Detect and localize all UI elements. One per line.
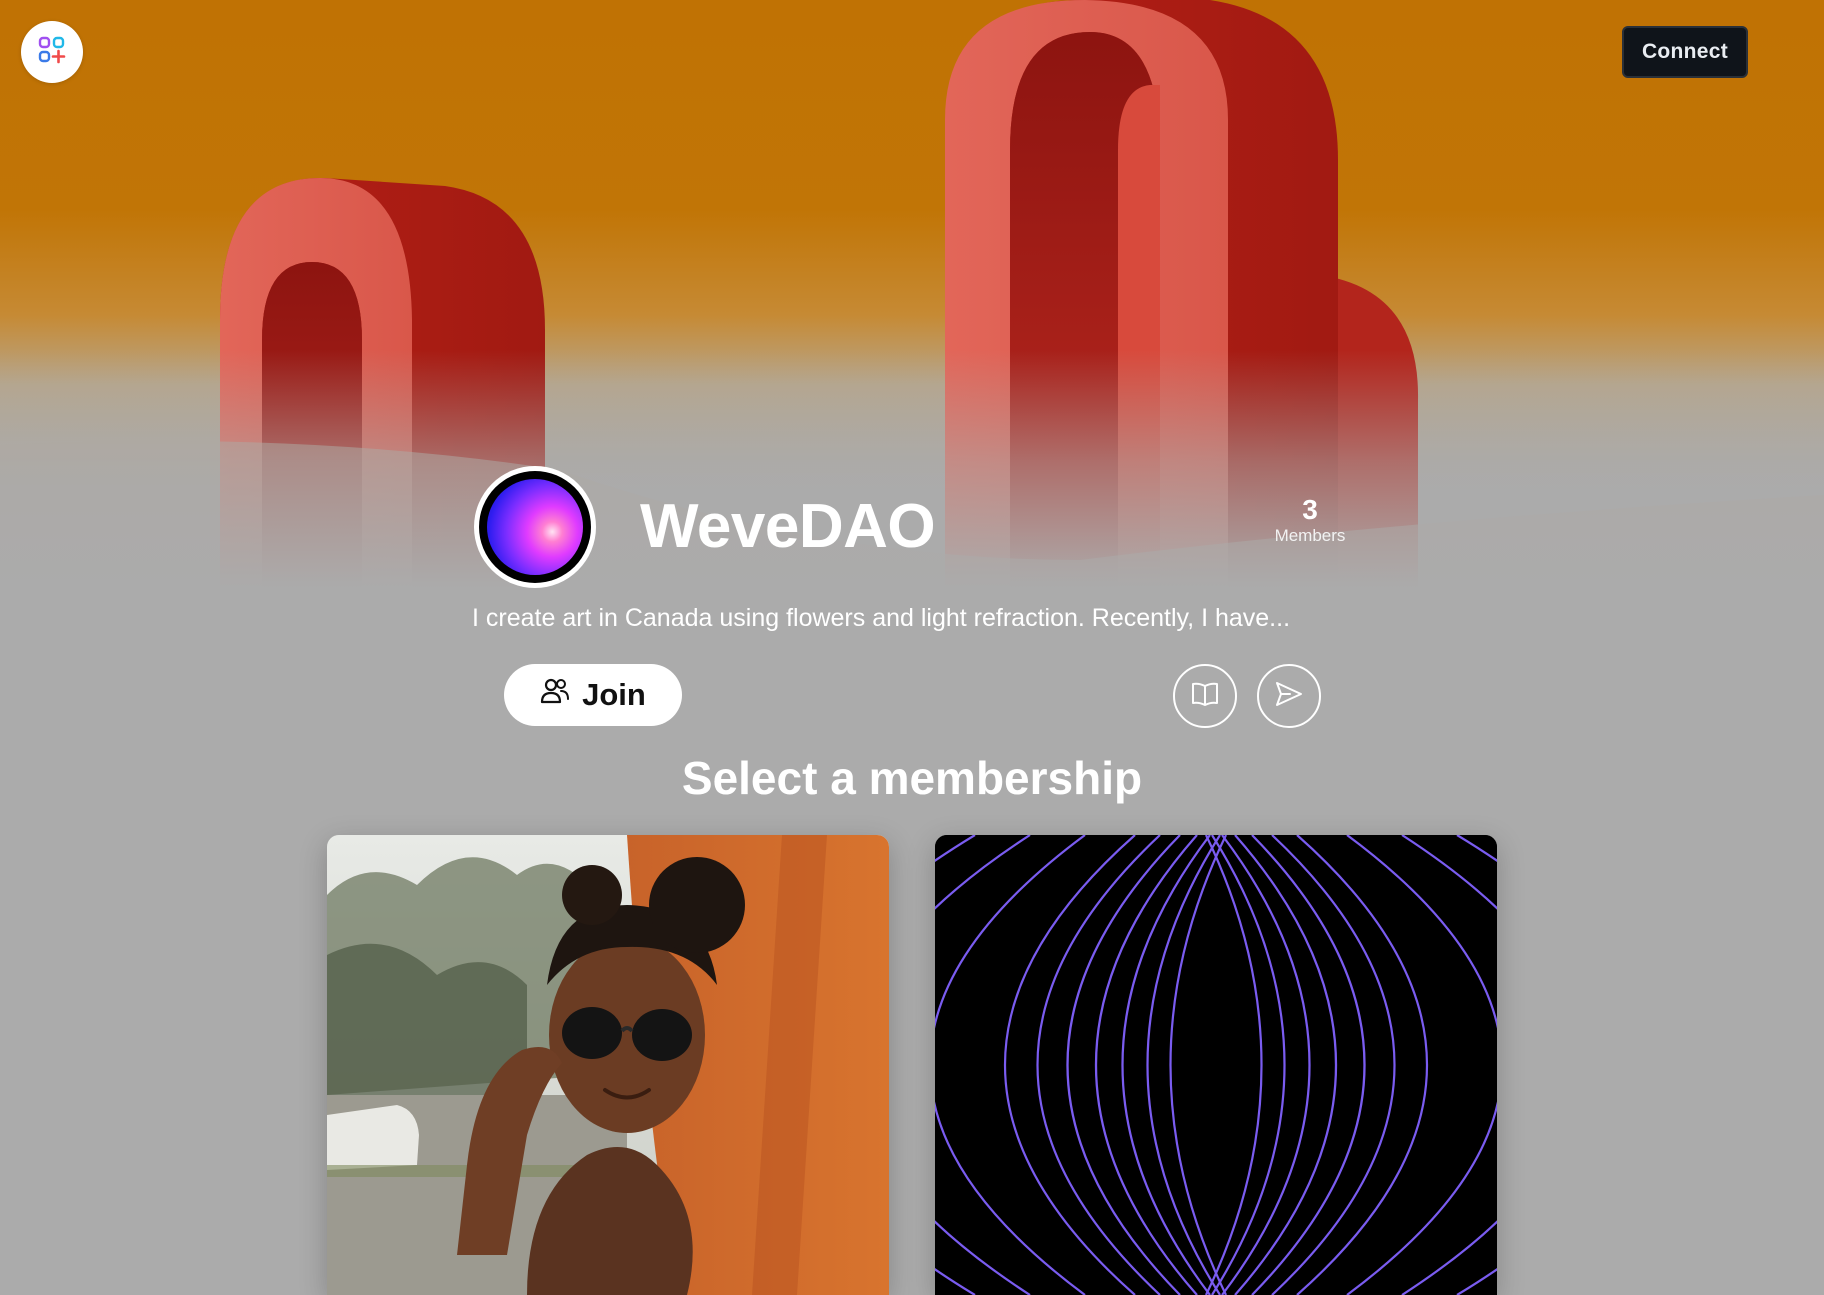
membership-card[interactable] [327, 835, 889, 1295]
join-label: Join [582, 677, 646, 712]
connect-wallet-button[interactable]: Connect [1622, 26, 1748, 78]
users-icon [540, 677, 570, 713]
members-stat[interactable]: 3 Members [1262, 494, 1358, 546]
app-grid-plus-icon [38, 36, 66, 68]
membership-card[interactable] [935, 835, 1497, 1295]
app-logo-button[interactable] [21, 21, 83, 83]
hero-banner [0, 0, 1824, 700]
dao-description: I create art in Canada using flowers and… [472, 604, 1291, 632]
members-label: Members [1274, 526, 1346, 545]
photo-woman-sunglasses-image [327, 835, 889, 1295]
join-button[interactable]: Join [504, 664, 682, 726]
docs-button[interactable] [1173, 664, 1237, 728]
dao-name: WeveDAO [640, 492, 936, 561]
memberships-title: Select a membership [681, 752, 1143, 804]
send-icon [1274, 680, 1304, 712]
book-icon [1190, 681, 1220, 711]
dao-avatar [474, 466, 596, 588]
members-count: 3 [1302, 494, 1318, 525]
avatar-orb-image [487, 479, 583, 575]
share-button[interactable] [1257, 664, 1321, 728]
purple-concentric-arcs-image [935, 835, 1497, 1295]
hero-fade-overlay [0, 0, 1824, 700]
